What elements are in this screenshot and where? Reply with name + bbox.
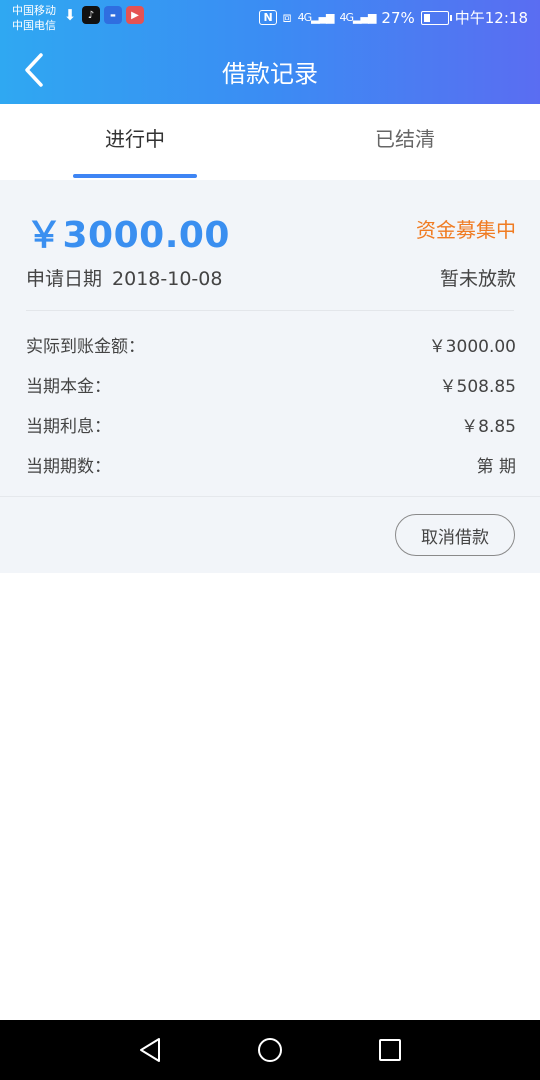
tab-active-indicator [73,174,197,178]
system-home-button[interactable] [254,1034,286,1066]
loan-amount: ￥3000.00 [26,215,230,256]
cancel-loan-button[interactable]: 取消借款 [395,514,515,556]
clock: 中午12:18 [454,9,528,27]
funding-status-badge: 资金募集中 [416,218,516,242]
square-recents-icon [379,1039,401,1061]
status-bar: 中国移动 中国电信 ⬇ ♪ ▬ ▶ N ⧈ 4G▂▄▆ 4G▂▄▆ 27% 中午… [0,0,540,36]
apply-date: 申请日期 2018-10-08 [26,264,222,291]
system-back-button[interactable] [134,1034,166,1066]
detail-label: 实际到账金额： [26,337,145,357]
detail-value: ￥508.85 [439,377,516,397]
signal-1-icon: 4G▂▄▆ [297,11,335,24]
carrier-2: 中国电信 [12,19,56,32]
detail-value: ￥3000.00 [428,337,516,357]
disbursement-status: 暂未放款 [439,268,516,290]
loan-record-card: ￥3000.00 资金募集中 申请日期 2018-10-08 暂未放款 实际到账金… [0,180,540,573]
video-app-icon: ▶ [126,6,144,24]
circle-home-icon [258,1038,282,1062]
app-notification-icon: ▬ [104,6,122,24]
detail-label: 当期利息： [26,417,111,437]
carrier-1: 中国移动 [12,4,56,17]
system-recents-button[interactable] [374,1034,406,1066]
nfc-icon: N [259,10,277,25]
detail-value: ￥8.85 [461,417,516,437]
detail-value: 第 期 [476,457,516,477]
signal-1-label: 4G [297,11,312,24]
page-title: 借款记录 [222,60,318,88]
carrier-info: 中国移动 中国电信 [12,3,56,33]
header: 中国移动 中国电信 ⬇ ♪ ▬ ▶ N ⧈ 4G▂▄▆ 4G▂▄▆ 27% 中午… [0,0,540,104]
detail-row-interest: 当期利息： ￥8.85 [26,412,516,442]
divider [0,496,540,497]
detail-row-principal: 当期本金： ￥508.85 [26,372,516,402]
screen: 中国移动 中国电信 ⬇ ♪ ▬ ▶ N ⧈ 4G▂▄▆ 4G▂▄▆ 27% 中午… [0,0,540,1080]
battery-percent: 27% [381,8,415,27]
tab-settled[interactable]: 已结清 [270,104,540,180]
notification-icons: ⬇ ♪ ▬ ▶ [62,6,144,24]
triangle-back-icon [140,1038,160,1062]
download-icon: ⬇ [63,6,77,24]
system-nav-bar [0,1020,540,1080]
tab-in-progress[interactable]: 进行中 [0,104,270,180]
nav-bar: 借款记录 [0,36,540,104]
vibrate-icon: ⧈ [282,9,292,26]
battery-fill [423,13,430,22]
apply-date-label: 申请日期 [26,268,103,290]
detail-label: 当期期数： [26,457,111,477]
divider [26,310,514,311]
apply-date-value: 2018-10-08 [112,268,223,290]
detail-label: 当期本金： [26,377,111,397]
status-indicators: N ⧈ 4G▂▄▆ 4G▂▄▆ 27% 中午12:18 [259,7,528,28]
battery-icon [420,10,452,25]
tiktok-icon: ♪ [82,6,100,24]
signal-2-icon: 4G▂▄▆ [339,11,377,24]
detail-row-received-amount: 实际到账金额： ￥3000.00 [26,332,516,362]
detail-row-period: 当期期数： 第 期 [26,452,516,482]
tab-bar: 进行中 已结清 [0,104,540,180]
signal-2-label: 4G [339,11,354,24]
